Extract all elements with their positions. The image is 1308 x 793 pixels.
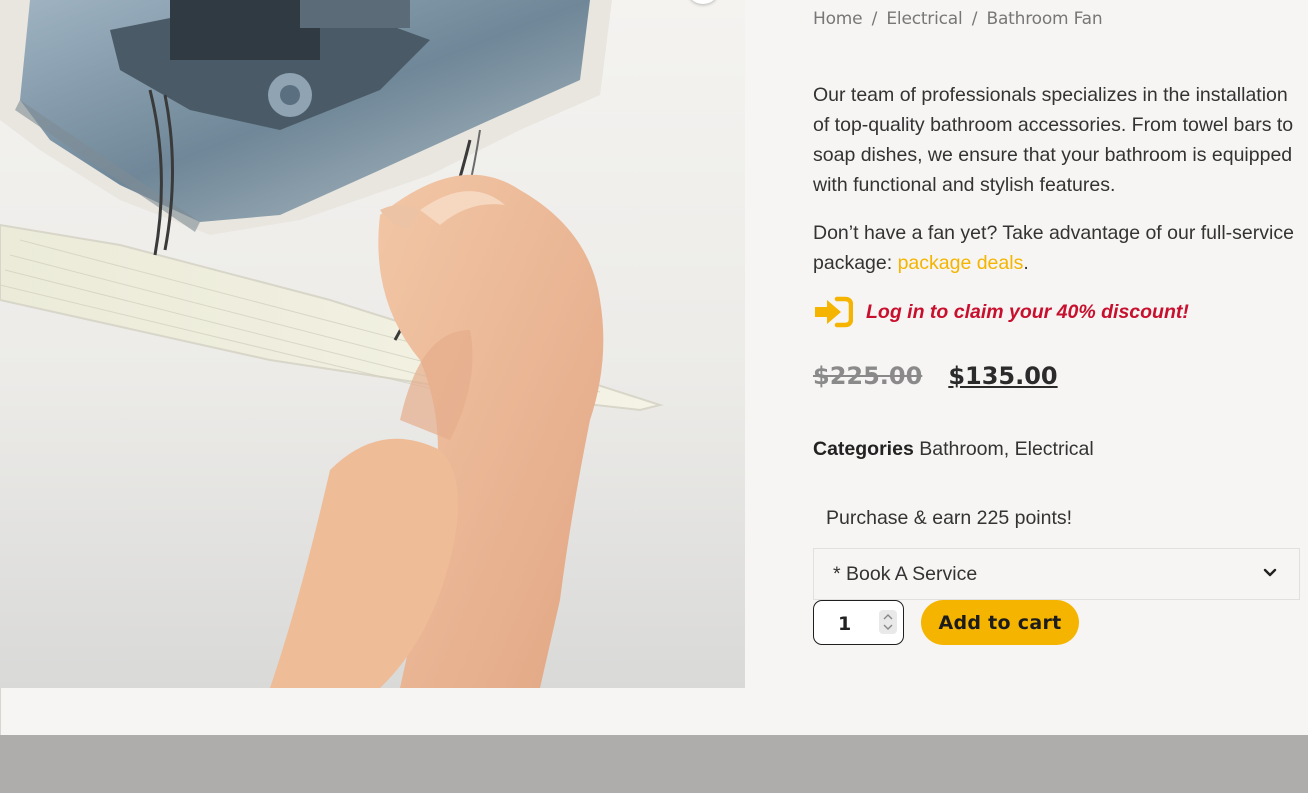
category-link-electrical[interactable]: Electrical (1015, 438, 1094, 460)
spinner-arrows-icon (883, 614, 893, 630)
quantity-stepper[interactable]: 1 (813, 600, 904, 645)
login-discount-prompt[interactable]: Log in to claim your 40% discount! (813, 296, 1189, 328)
quantity-value[interactable]: 1 (838, 613, 851, 635)
sale-price: $135.00 (948, 362, 1058, 390)
price-block: $225.00 $135.00 (813, 362, 1058, 390)
breadcrumb-separator: / (971, 9, 978, 29)
package-deals-link[interactable]: package deals (898, 252, 1024, 274)
category-separator: , (1003, 438, 1015, 460)
book-service-select[interactable]: * Book A Service (813, 548, 1300, 600)
category-link-bathroom[interactable]: Bathroom (919, 438, 1004, 460)
quantity-spinner[interactable] (879, 610, 897, 634)
breadcrumb-separator: / (871, 9, 878, 29)
product-categories: Categories Bathroom, Electrical (813, 438, 1094, 461)
book-service-selected: * Book A Service (833, 563, 978, 585)
breadcrumb-home[interactable]: Home (813, 9, 863, 29)
package-promo: Don’t have a fan yet? Take advantage of … (813, 218, 1303, 278)
regular-price: $225.00 (813, 362, 923, 390)
chevron-down-icon (1263, 568, 1277, 577)
breadcrumb: Home / Electrical / Bathroom Fan (813, 9, 1103, 29)
product-description: Our team of professionals specializes in… (813, 84, 1294, 196)
add-to-cart-button[interactable]: Add to cart (921, 600, 1079, 645)
login-discount-text[interactable]: Log in to claim your 40% discount! (866, 301, 1189, 324)
categories-label: Categories (813, 438, 914, 460)
package-promo-text: Don’t have a fan yet? Take advantage of … (813, 222, 1294, 274)
breadcrumb-current: Bathroom Fan (986, 9, 1103, 29)
product-image[interactable] (0, 0, 745, 688)
points-message: Purchase & earn 225 points! (826, 507, 1073, 529)
divider (0, 688, 1, 735)
bathroom-fan-photo (0, 0, 664, 688)
footer-band (0, 735, 1308, 793)
package-promo-period: . (1023, 252, 1029, 274)
sign-in-icon (815, 296, 853, 328)
breadcrumb-electrical[interactable]: Electrical (886, 9, 962, 29)
